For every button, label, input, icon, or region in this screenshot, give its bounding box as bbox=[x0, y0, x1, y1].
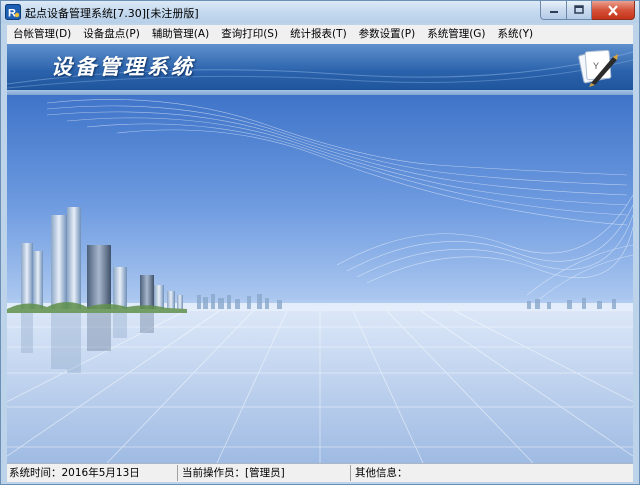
title-bar[interactable]: R 起点设备管理系统[7.30][未注册版] bbox=[1, 1, 639, 23]
caption-buttons bbox=[540, 1, 635, 20]
menu-item-ledger[interactable]: 台帐管理(D) bbox=[7, 25, 77, 44]
background-image bbox=[7, 95, 633, 463]
maximize-icon bbox=[574, 5, 584, 14]
maximize-button[interactable] bbox=[567, 1, 592, 20]
menu-item-auxiliary[interactable]: 辅助管理(A) bbox=[146, 25, 215, 44]
banner-title: 设备管理系统 bbox=[51, 54, 195, 79]
app-logo-icon: R bbox=[5, 4, 21, 20]
status-other-info: 其他信息： bbox=[355, 467, 408, 479]
app-window: R 起点设备管理系统[7.30][未注册版] 台帐管理(D) 设备盘点(P) 辅… bbox=[0, 0, 640, 485]
menu-item-parameters[interactable]: 参数设置(P) bbox=[353, 25, 422, 44]
svg-text:R: R bbox=[8, 8, 16, 20]
menu-item-system[interactable]: 系统(Y) bbox=[492, 25, 540, 44]
pen-and-paper-icon: Y bbox=[578, 49, 618, 87]
minimize-button[interactable] bbox=[540, 1, 567, 20]
minimize-icon bbox=[549, 11, 558, 13]
close-button[interactable] bbox=[592, 1, 635, 20]
header-banner: 设备管理系统 Y bbox=[7, 44, 633, 90]
city-skyline-image bbox=[7, 99, 633, 463]
menu-item-reports[interactable]: 统计报表(T) bbox=[284, 25, 353, 44]
status-system-time: 系统时间：2016年5月13日 bbox=[7, 465, 178, 481]
window-title: 起点设备管理系统[7.30][未注册版] bbox=[25, 7, 199, 20]
menu-bar: 台帐管理(D) 设备盘点(P) 辅助管理(A) 查询打印(S) 统计报表(T) … bbox=[7, 25, 633, 44]
status-current-operator: 当前操作员：[管理员] bbox=[178, 465, 351, 481]
status-bar: 系统时间：2016年5月13日 当前操作员：[管理员] 其他信息： bbox=[7, 463, 633, 482]
menu-item-inventory[interactable]: 设备盘点(P) bbox=[77, 25, 146, 44]
svg-text:Y: Y bbox=[593, 61, 599, 71]
menu-item-query-print[interactable]: 查询打印(S) bbox=[215, 25, 284, 44]
menu-item-system-management[interactable]: 系统管理(G) bbox=[421, 25, 491, 44]
close-icon bbox=[608, 4, 618, 16]
